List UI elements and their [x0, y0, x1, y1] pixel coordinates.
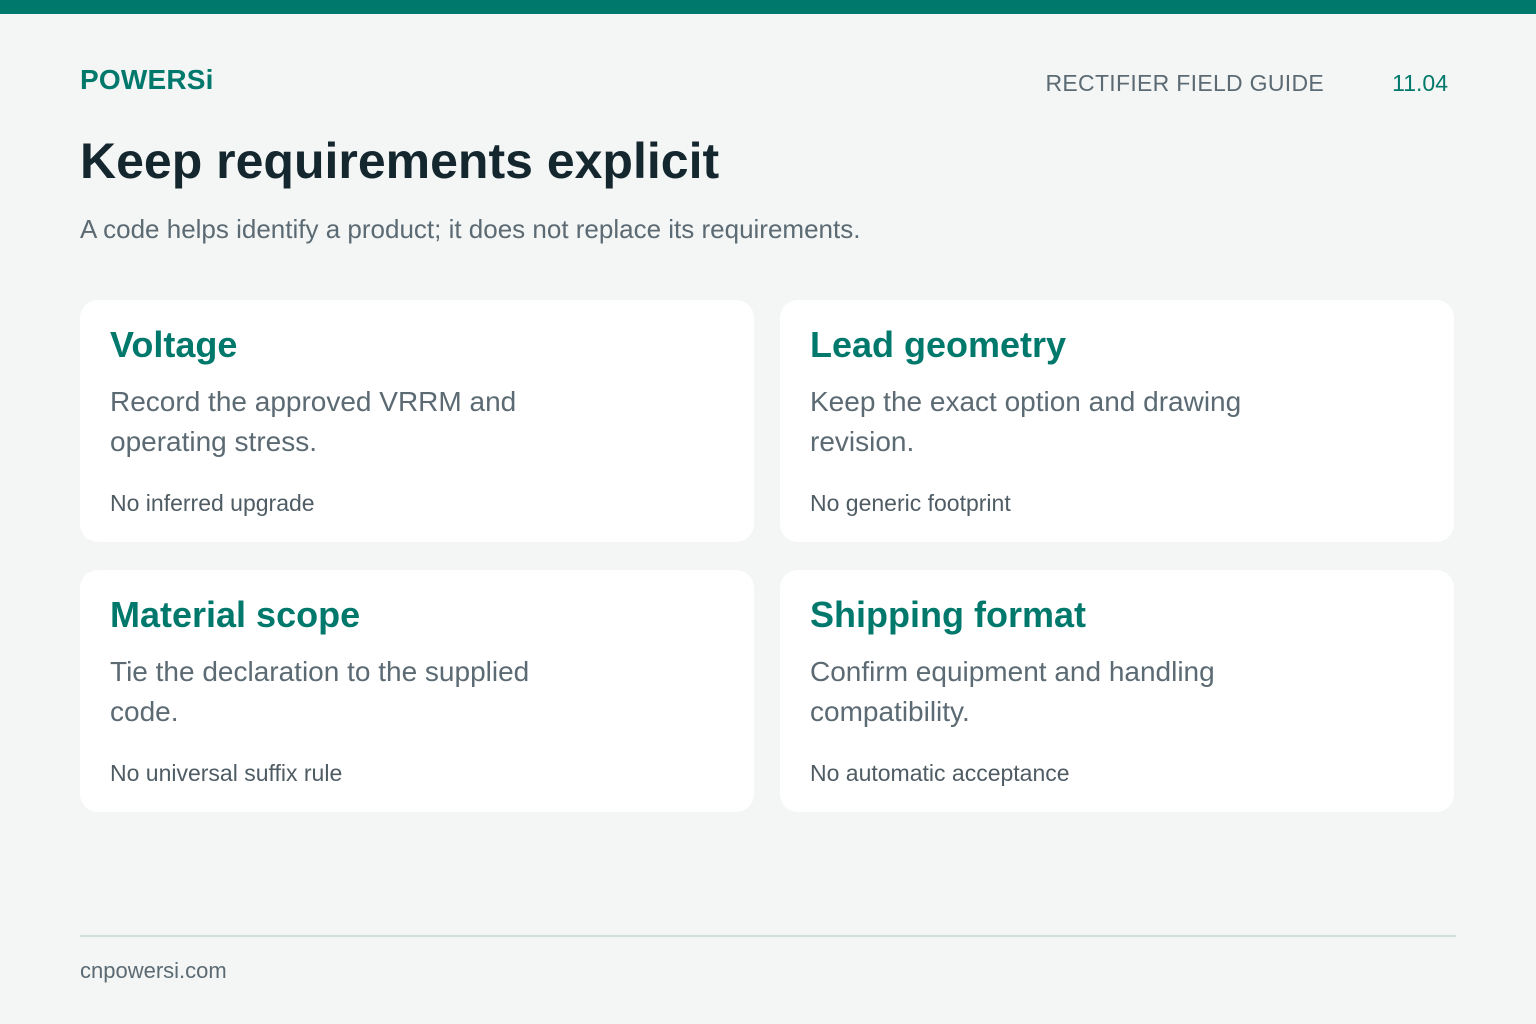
card-note: No universal suffix rule [110, 760, 343, 786]
card-body: Keep the exact option and drawing revisi… [810, 386, 1242, 457]
requirement-card-voltage: Voltage Record the approved VRRM and ope… [80, 300, 754, 542]
card-title: Material scope [110, 594, 361, 635]
page-title: Keep requirements explicit [80, 133, 720, 189]
card-note: No generic footprint [810, 490, 1011, 516]
requirement-card-material-scope: Material scope Tie the declaration to th… [80, 570, 754, 812]
card-title: Shipping format [810, 594, 1086, 635]
footer-website: cnpowersi.com [80, 958, 227, 983]
brand-logo: POWERSi [80, 64, 214, 95]
card-note: No automatic acceptance [810, 760, 1070, 786]
card-body: Tie the declaration to the supplied code… [110, 656, 530, 727]
card-title: Lead geometry [810, 324, 1067, 365]
top-accent-bar [0, 0, 1536, 14]
page-subtitle: A code helps identify a product; it does… [80, 214, 861, 244]
requirement-card-lead-geometry: Lead geometry Keep the exact option and … [780, 300, 1454, 542]
card-title: Voltage [110, 324, 238, 365]
page-number: 11.04 [1392, 70, 1448, 96]
card-body: Confirm equipment and handling compatibi… [810, 656, 1215, 727]
card-body: Record the approved VRRM and operating s… [110, 386, 517, 457]
guide-label: RECTIFIER FIELD GUIDE [1045, 70, 1324, 96]
requirement-card-shipping-format: Shipping format Confirm equipment and ha… [780, 570, 1454, 812]
card-note: No inferred upgrade [110, 490, 315, 516]
footer-divider [80, 935, 1456, 937]
